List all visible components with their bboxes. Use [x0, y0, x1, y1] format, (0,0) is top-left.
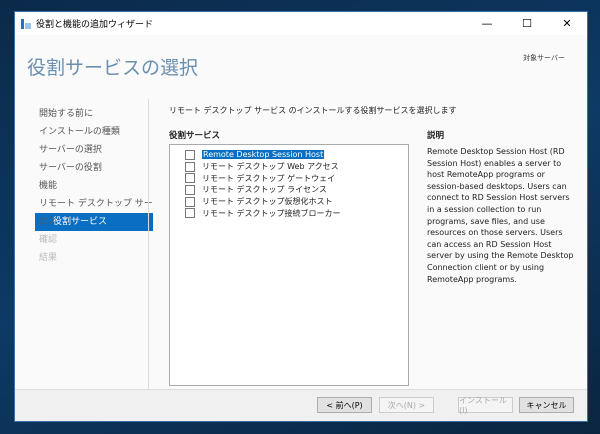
services-list: Remote Desktop Session Host リモート デスクトップ … [169, 144, 409, 386]
service-item[interactable]: Remote Desktop Session Host [170, 149, 408, 161]
nav-item[interactable]: リモート デスクトップ サービス [39, 195, 153, 227]
maximize-button[interactable]: ☐ [507, 17, 547, 30]
target-server-label: 対象サーバー [523, 54, 565, 62]
page-title: 役割サービスの選択 [27, 57, 199, 79]
close-button[interactable]: ✕ [547, 17, 587, 30]
wizard-nav: 開始する前に インストールの種類 サーバーの選択 サーバーの役割 機能 リモート… [35, 105, 153, 267]
nav-item[interactable]: サーバーの役割 [39, 159, 153, 177]
service-item[interactable]: リモート デスクトップ仮想化ホスト [170, 196, 408, 208]
wizard-window: 役割と機能の追加ウィザード — ☐ ✕ 役割サービスの選択 対象サーバー 開始す… [14, 11, 588, 422]
checkbox[interactable] [185, 173, 195, 184]
install-button: インストール(I) [458, 396, 513, 415]
checkbox[interactable] [185, 196, 195, 207]
nav-item[interactable]: インストールの種類 [39, 123, 153, 141]
nav-item-active[interactable]: 役割サービス [35, 213, 153, 231]
footer: < 前へ(P) 次へ(N) > インストール(I) キャンセル [15, 389, 587, 421]
nav-item-disabled: 確認 [39, 235, 58, 245]
checkbox[interactable] [185, 208, 195, 219]
window-title: 役割と機能の追加ウィザード [36, 20, 154, 30]
service-item[interactable]: リモート デスクトップ ライセンス [170, 184, 408, 196]
prev-button[interactable]: < 前へ(P) [317, 397, 372, 413]
nav-item[interactable]: サーバーの選択 [39, 141, 153, 159]
intro-text: リモート デスクトップ サービス のインストールする役割サービスを選択します [169, 106, 457, 115]
service-item[interactable]: リモート デスクトップ ゲートウェイ [170, 172, 408, 184]
checkbox[interactable] [185, 149, 195, 160]
description-label: 説明 [427, 131, 445, 141]
nav-item[interactable]: 機能 [39, 177, 153, 195]
server-manager-icon [21, 18, 31, 29]
service-item[interactable]: リモート デスクトップ接続ブローカー [170, 207, 408, 219]
divider [148, 99, 149, 389]
description-text: Remote Desktop Session Host (RD Session … [427, 147, 574, 284]
title-bar: 役割と機能の追加ウィザード — ☐ ✕ [15, 12, 587, 35]
cancel-button[interactable]: キャンセル [519, 397, 574, 413]
checkbox[interactable] [185, 161, 195, 172]
next-button: 次へ(N) > [379, 397, 434, 413]
checkbox[interactable] [185, 184, 195, 195]
nav-item-disabled: 結果 [39, 253, 58, 263]
minimize-button[interactable]: — [467, 17, 507, 30]
service-item[interactable]: リモート デスクトップ Web アクセス [170, 161, 408, 173]
nav-item[interactable]: 開始する前に [39, 105, 153, 123]
services-label: 役割サービス [169, 131, 221, 141]
